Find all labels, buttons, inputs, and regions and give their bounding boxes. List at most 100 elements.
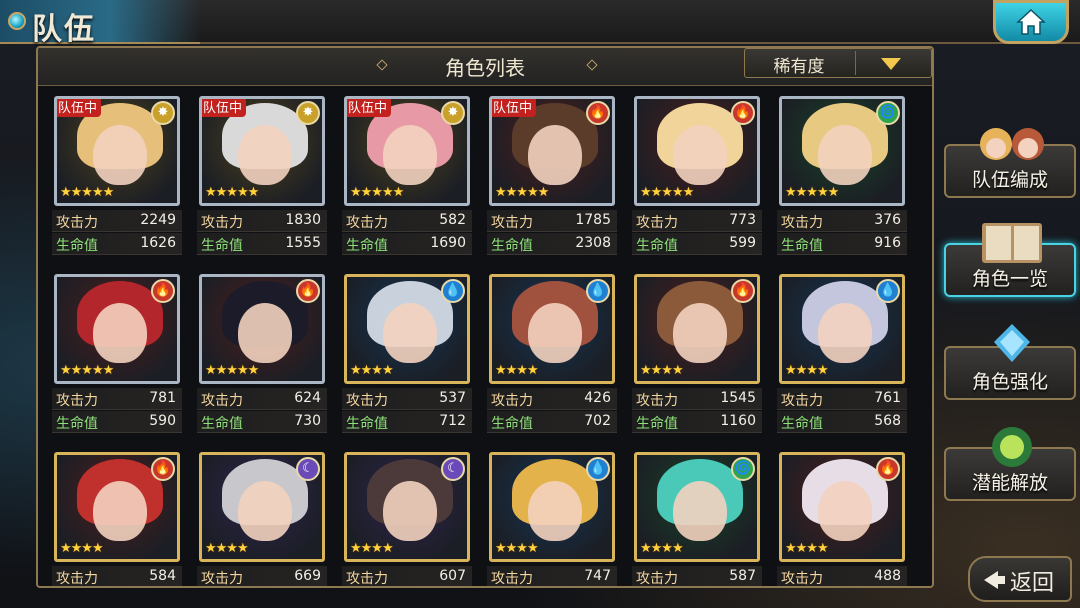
- attack-label: 攻击力: [781, 571, 823, 587]
- water-element-icon: 💧: [876, 279, 900, 303]
- attack-label: 攻击力: [781, 393, 823, 409]
- side-menu-label: 角色强化: [971, 371, 1048, 393]
- attack-label: 攻击力: [201, 215, 243, 231]
- character-portrait[interactable]: 队伍中 ✸ ★★★★★: [54, 96, 180, 206]
- attack-label: 攻击力: [491, 215, 533, 231]
- character-portrait[interactable]: ☾ ★★★★: [199, 452, 325, 562]
- character-portrait[interactable]: ☾ ★★★★: [344, 452, 470, 562]
- hp-stat: 生命值 2308: [487, 233, 617, 255]
- fire-element-icon: 🔥: [731, 279, 755, 303]
- character-face: [383, 303, 437, 363]
- hp-label: 生命值: [491, 238, 533, 254]
- character-card[interactable]: 队伍中 🔥 ★★★★★ 攻击力 1785 生命值 2308: [487, 96, 617, 262]
- character-face: [93, 481, 147, 541]
- back-arrow-tail: [997, 576, 1005, 584]
- character-face: [528, 125, 582, 185]
- book-icon: [982, 223, 1042, 263]
- hp-label: 生命值: [491, 416, 533, 432]
- character-card[interactable]: ☾ ★★★★ 攻击力 669: [197, 452, 327, 586]
- rarity-stars: ★★★★: [785, 363, 829, 378]
- character-portrait[interactable]: 🔥 ★★★★★: [54, 274, 180, 384]
- character-portrait[interactable]: 💧 ★★★★: [489, 274, 615, 384]
- character-portrait[interactable]: 队伍中 🔥 ★★★★★: [489, 96, 615, 206]
- attack-label: 攻击力: [346, 215, 388, 231]
- character-card[interactable]: 🌀 ★★★★ 攻击力 587: [632, 452, 762, 586]
- attack-stat: 攻击力 587: [632, 566, 762, 586]
- character-card[interactable]: 🔥 ★★★★★ 攻击力 773 生命值 599: [632, 96, 762, 262]
- character-portrait[interactable]: 🔥 ★★★★: [634, 274, 760, 384]
- attack-label: 攻击力: [56, 215, 98, 231]
- character-card[interactable]: 💧 ★★★★ 攻击力 761 生命值 568: [777, 274, 907, 440]
- side-menu-button[interactable]: 角色强化: [944, 324, 1076, 400]
- fire-element-icon: 🔥: [876, 457, 900, 481]
- character-card[interactable]: 🌀 ★★★★★ 攻击力 376 生命值 916: [777, 96, 907, 262]
- character-card[interactable]: 💧 ★★★★ 攻击力 426 生命值 702: [487, 274, 617, 440]
- rarity-stars: ★★★★: [60, 541, 104, 556]
- attack-value: 584: [149, 568, 176, 584]
- hp-stat: 生命值 1160: [632, 411, 762, 433]
- attack-value: 781: [149, 390, 176, 406]
- character-card[interactable]: 队伍中 ✸ ★★★★★ 攻击力 2249 生命值 1626: [52, 96, 182, 262]
- hp-stat: 生命值 568: [777, 411, 907, 433]
- character-card[interactable]: 🔥 ★★★★ 攻击力 1545 生命值 1160: [632, 274, 762, 440]
- character-portrait[interactable]: 🔥 ★★★★: [54, 452, 180, 562]
- hp-stat: 生命值 1626: [52, 233, 182, 255]
- attack-stat: 攻击力 773: [632, 210, 762, 232]
- attack-value: 1785: [575, 212, 611, 228]
- character-face: [238, 125, 292, 185]
- character-portrait[interactable]: 🔥 ★★★★★: [634, 96, 760, 206]
- sort-dropdown[interactable]: 稀有度: [744, 48, 932, 78]
- attack-stat: 攻击力 624: [197, 388, 327, 410]
- character-card[interactable]: 🔥 ★★★★★ 攻击力 624 生命值 730: [197, 274, 327, 440]
- attack-label: 攻击力: [346, 393, 388, 409]
- attack-value: 761: [874, 390, 901, 406]
- character-card[interactable]: 🔥 ★★★★★ 攻击力 781 生命值 590: [52, 274, 182, 440]
- potential-orb-icon: [992, 427, 1032, 467]
- character-portrait[interactable]: 🌀 ★★★★: [634, 452, 760, 562]
- rarity-stars: ★★★★★: [640, 185, 694, 200]
- side-menu-button[interactable]: 队伍编成: [944, 128, 1076, 198]
- attack-value: 624: [294, 390, 321, 406]
- attack-value: 426: [584, 390, 611, 406]
- character-portrait[interactable]: 队伍中 ✸ ★★★★★: [344, 96, 470, 206]
- character-card[interactable]: ☾ ★★★★ 攻击力 607: [342, 452, 472, 586]
- character-portrait[interactable]: 🔥 ★★★★: [779, 452, 905, 562]
- attack-stat: 攻击力 582: [342, 210, 472, 232]
- water-element-icon: 💧: [586, 457, 610, 481]
- attack-label: 攻击力: [781, 215, 823, 231]
- character-portrait[interactable]: 💧 ★★★★: [489, 452, 615, 562]
- character-card[interactable]: 队伍中 ✸ ★★★★★ 攻击力 582 生命值 1690: [342, 96, 472, 262]
- in-team-badge: 队伍中: [492, 99, 537, 117]
- light-element-icon: ✸: [296, 101, 320, 125]
- character-card[interactable]: 💧 ★★★★ 攻击力 747: [487, 452, 617, 586]
- side-menu-button[interactable]: 潜能解放: [944, 427, 1076, 501]
- in-team-badge: 队伍中: [347, 99, 392, 117]
- character-face: [238, 303, 292, 363]
- rarity-stars: ★★★★★: [60, 363, 114, 378]
- attack-value: 773: [729, 212, 756, 228]
- character-portrait[interactable]: 💧 ★★★★: [344, 274, 470, 384]
- character-face: [383, 481, 437, 541]
- attack-stat: 攻击力 747: [487, 566, 617, 586]
- wind-element-icon: 🌀: [731, 457, 755, 481]
- hp-value: 702: [584, 413, 611, 429]
- attack-stat: 攻击力 426: [487, 388, 617, 410]
- character-portrait[interactable]: 🌀 ★★★★★: [779, 96, 905, 206]
- character-card[interactable]: 🔥 ★★★★ 攻击力 488: [777, 452, 907, 587]
- character-card[interactable]: 💧 ★★★★ 攻击力 537 生命值 712: [342, 274, 472, 440]
- character-card[interactable]: 🔥 ★★★★ 攻击力 584: [52, 452, 182, 586]
- fire-element-icon: 🔥: [296, 279, 320, 303]
- rarity-stars: ★★★★★: [350, 185, 404, 200]
- home-button[interactable]: [993, 0, 1069, 44]
- hp-label: 生命值: [636, 416, 678, 432]
- attack-stat: 攻击力 761: [777, 388, 907, 410]
- back-button[interactable]: 返回: [968, 556, 1072, 602]
- rarity-stars: ★★★★★: [205, 185, 259, 200]
- character-portrait[interactable]: 💧 ★★★★: [779, 274, 905, 384]
- character-portrait[interactable]: 队伍中 ✸ ★★★★★: [199, 96, 325, 206]
- back-arrow-icon: [984, 571, 998, 589]
- character-portrait[interactable]: 🔥 ★★★★★: [199, 274, 325, 384]
- side-menu-button[interactable]: 角色一览: [944, 223, 1076, 297]
- attack-stat: 攻击力 781: [52, 388, 182, 410]
- character-card[interactable]: 队伍中 ✸ ★★★★★ 攻击力 1830 生命值 1555: [197, 96, 327, 262]
